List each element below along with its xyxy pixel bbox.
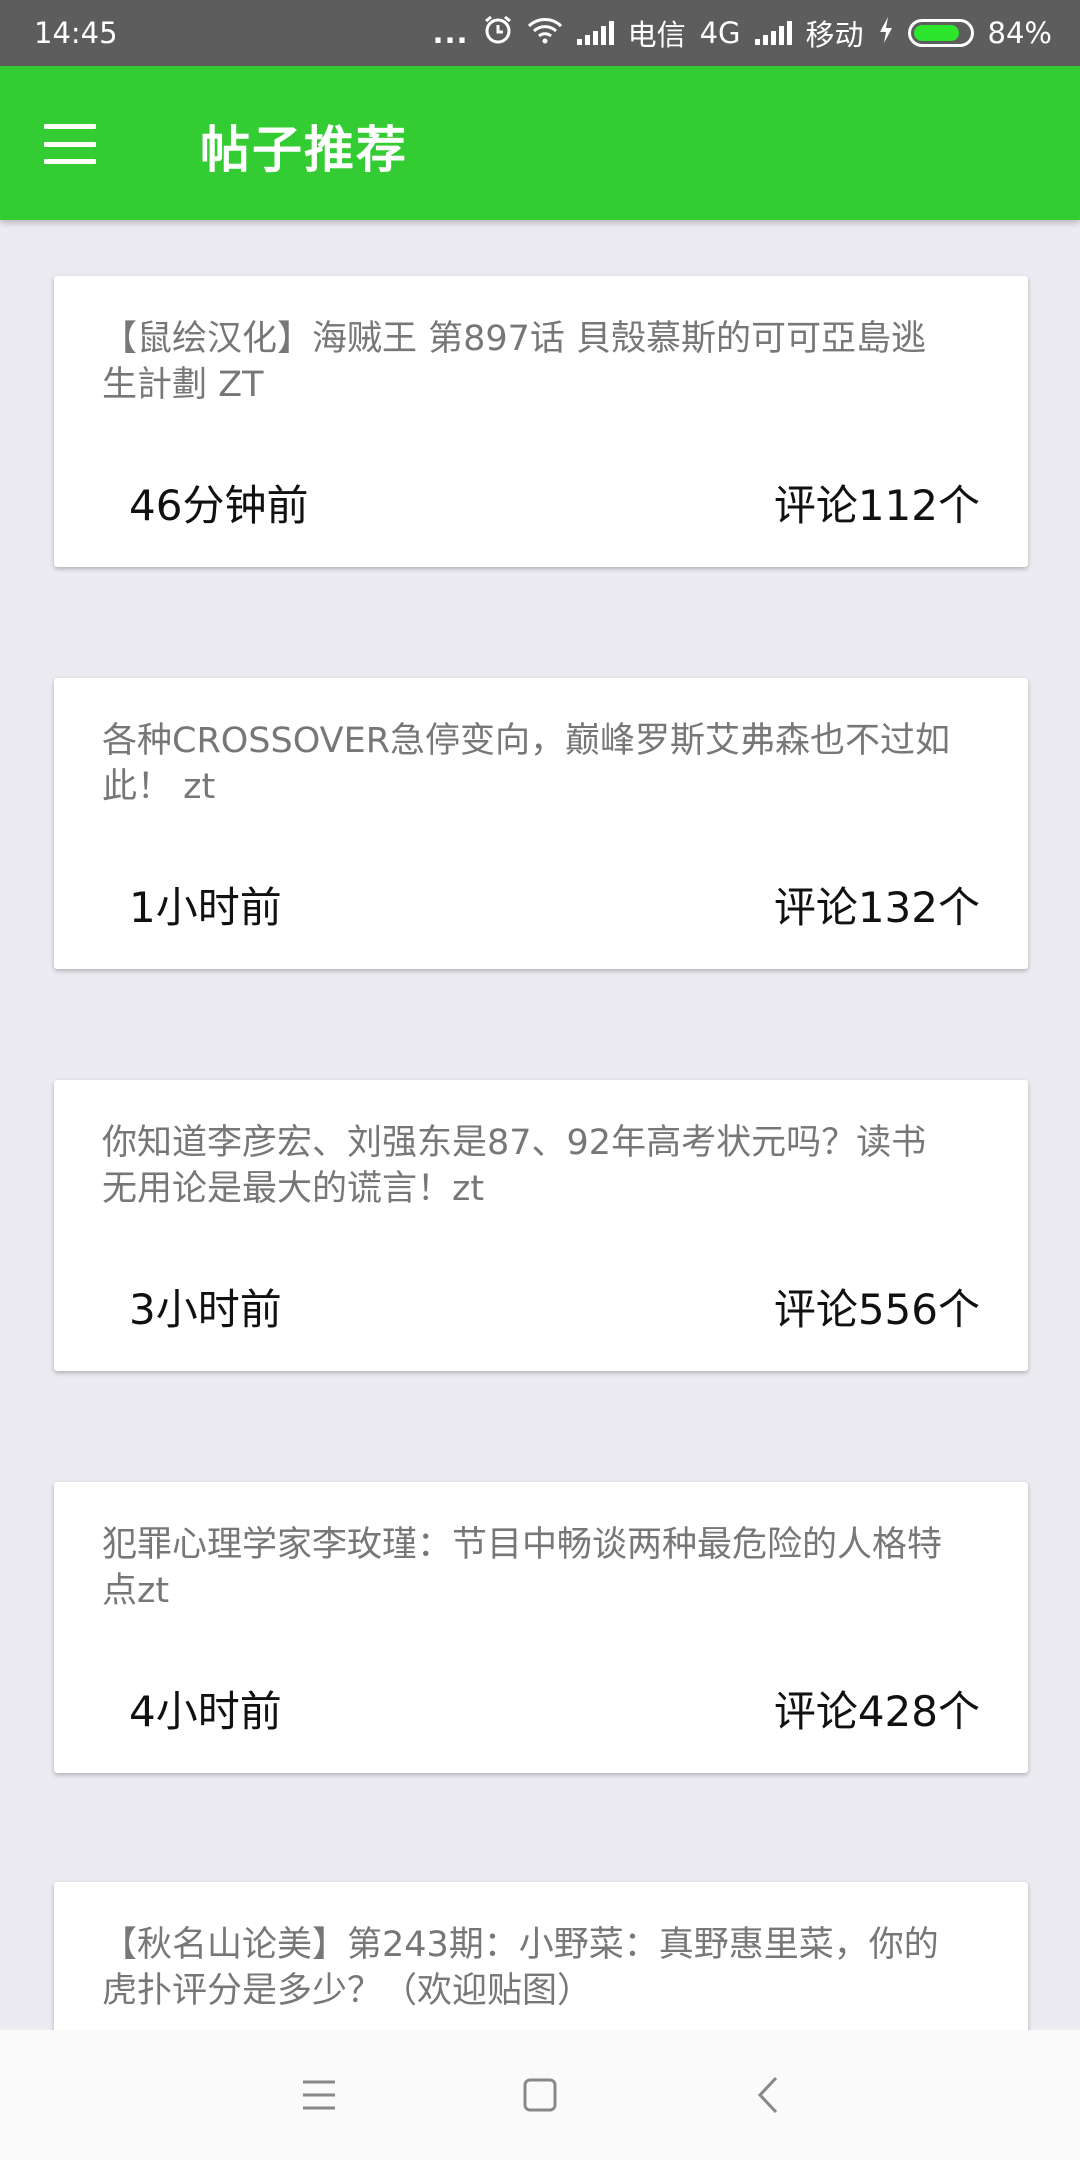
back-icon[interactable] [743, 2070, 793, 2120]
post-time: 4小时前 [129, 1687, 282, 1736]
page-title: 帖子推荐 [200, 121, 408, 179]
home-icon[interactable] [515, 2070, 565, 2120]
post-title: 各种CROSSOVER急停变向，巅峰罗斯艾弗森也不过如此！ zt [102, 721, 951, 807]
carrier2-label: 移动 [805, 18, 864, 52]
alarm-icon [483, 15, 513, 52]
network-type-label: 4G [699, 16, 741, 50]
post-list[interactable]: 【鼠绘汉化】海贼王 第897话 貝殼慕斯的可可亞島逃生計劃 ZT 46分钟前 评… [0, 220, 1080, 2030]
post-time: 46分钟前 [129, 481, 309, 530]
wifi-icon [527, 16, 563, 51]
status-bar: 14:45 ... 电信 4G 移动 84% [0, 0, 1080, 66]
hamburger-menu-icon[interactable] [44, 124, 96, 164]
signal-icon-2 [754, 21, 792, 45]
status-icons: ... 电信 4G 移动 84% [432, 12, 1052, 54]
status-time: 14:45 [34, 16, 118, 50]
post-title: 【秋名山论美】第243期：小野菜：真野惠里菜，你的虎扑评分是多少？（欢迎贴图） [102, 1925, 939, 2011]
app-bar: 帖子推荐 [0, 66, 1080, 220]
post-title: 犯罪心理学家李玫瑾：节目中畅谈两种最危险的人格特点zt [102, 1525, 943, 1611]
post-card[interactable]: 各种CROSSOVER急停变向，巅峰罗斯艾弗森也不过如此！ zt 1小时前 评论… [54, 678, 1028, 969]
signal-icon [576, 21, 614, 45]
post-comment-count: 评论132个 [773, 883, 980, 932]
battery-icon [907, 19, 974, 47]
recent-apps-icon[interactable] [294, 2070, 344, 2120]
post-time: 1小时前 [129, 883, 282, 932]
more-notifications-icon: ... [432, 16, 469, 50]
battery-percent: 84% [987, 16, 1052, 50]
charging-icon [878, 16, 894, 51]
post-card[interactable]: 犯罪心理学家李玫瑾：节目中畅谈两种最危险的人格特点zt 4小时前 评论428个 [54, 1482, 1028, 1773]
post-comment-count: 评论556个 [773, 1285, 980, 1334]
post-comment-count: 评论428个 [773, 1687, 980, 1736]
system-nav-bar [0, 2030, 1080, 2160]
post-card[interactable]: 你知道李彦宏、刘强东是87、92年高考状元吗？读书无用论是最大的谎言！zt 3小… [54, 1080, 1028, 1371]
post-comment-count: 评论112个 [773, 481, 980, 530]
post-title: 【鼠绘汉化】海贼王 第897话 貝殼慕斯的可可亞島逃生計劃 ZT [102, 319, 927, 405]
post-title: 你知道李彦宏、刘强东是87、92年高考状元吗？读书无用论是最大的谎言！zt [102, 1123, 927, 1209]
carrier1-label: 电信 [627, 18, 686, 52]
battery-level-fill [913, 25, 959, 41]
post-card[interactable]: 【秋名山论美】第243期：小野菜：真野惠里菜，你的虎扑评分是多少？（欢迎贴图） [54, 1882, 1028, 2030]
post-time: 3小时前 [129, 1285, 282, 1334]
post-card[interactable]: 【鼠绘汉化】海贼王 第897话 貝殼慕斯的可可亞島逃生計劃 ZT 46分钟前 评… [54, 276, 1028, 567]
